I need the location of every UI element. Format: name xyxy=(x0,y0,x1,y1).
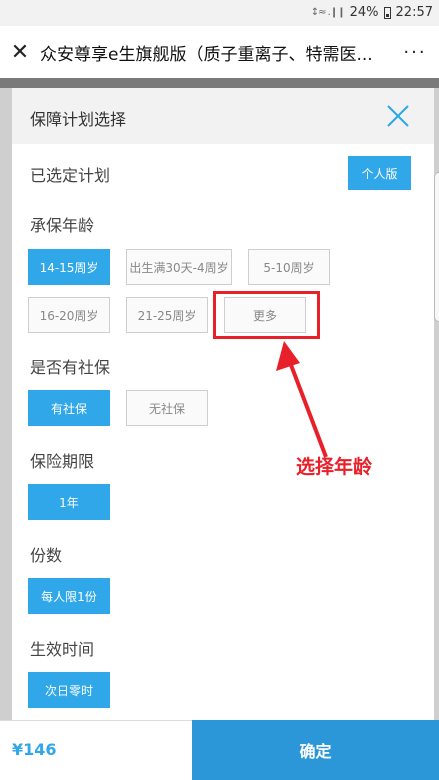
annotation-text: 选择年龄 xyxy=(296,456,373,478)
selected-plan-label: 已选定计划 xyxy=(30,166,111,185)
bottom-bar: ¥146 确定 xyxy=(0,720,439,780)
page-title: 众安尊享e生旗舰版（质子重离子、特需医... xyxy=(40,44,373,65)
annotation-arrow-icon xyxy=(276,341,328,458)
age-option-newborn-4[interactable]: 出生满30天-4周岁 xyxy=(126,249,232,285)
clock: 22:57 xyxy=(395,5,433,20)
status-right: ↕≈ .❙❙ 24% 22:57 xyxy=(311,5,433,20)
count-limit-button[interactable]: 每人限1份 xyxy=(28,578,110,614)
title-bar: ✕ 众安尊享e生旗舰版（质子重离子、特需医... ··· xyxy=(0,26,439,78)
close-panel-icon[interactable] xyxy=(384,102,412,130)
term-1year-button[interactable]: 1年 xyxy=(28,484,110,520)
annotation-highlight-box xyxy=(213,291,320,339)
more-menu-icon[interactable]: ··· xyxy=(391,42,439,63)
battery-icon xyxy=(383,6,391,19)
social-insurance-label: 是否有社保 xyxy=(30,358,111,377)
total-price: ¥146 xyxy=(0,720,192,780)
confirm-button[interactable]: 确定 xyxy=(192,720,439,780)
plan-selection-panel: 保障计划选择 已选定计划 个人版 承保年龄 14-15周岁 出生满30天-4周岁… xyxy=(12,88,434,720)
age-option-21-25[interactable]: 21-25周岁 xyxy=(126,297,208,333)
battery-percent: 24% xyxy=(349,5,379,20)
status-bar: ↕≈ .❙❙ 24% 22:57 xyxy=(0,0,439,26)
age-option-16-20[interactable]: 16-20周岁 xyxy=(28,297,110,333)
count-label: 份数 xyxy=(30,546,63,565)
social-no-button[interactable]: 无社保 xyxy=(126,390,208,426)
social-yes-button[interactable]: 有社保 xyxy=(28,390,110,426)
effective-next-day-button[interactable]: 次日零时 xyxy=(28,672,110,708)
age-option-5-10[interactable]: 5-10周岁 xyxy=(248,249,330,285)
effective-time-label: 生效时间 xyxy=(30,640,95,659)
term-label: 保险期限 xyxy=(30,452,95,471)
age-label: 承保年龄 xyxy=(30,216,95,235)
panel-header: 保障计划选择 xyxy=(12,88,434,144)
title-separator xyxy=(0,78,439,88)
plan-personal-button[interactable]: 个人版 xyxy=(348,156,411,190)
age-option-14-15[interactable]: 14-15周岁 xyxy=(28,249,110,285)
panel-title: 保障计划选择 xyxy=(30,110,127,129)
signal-icon: ↕≈ .❙❙ xyxy=(310,7,346,18)
side-tab xyxy=(434,172,439,322)
close-icon[interactable]: ✕ xyxy=(0,40,40,65)
